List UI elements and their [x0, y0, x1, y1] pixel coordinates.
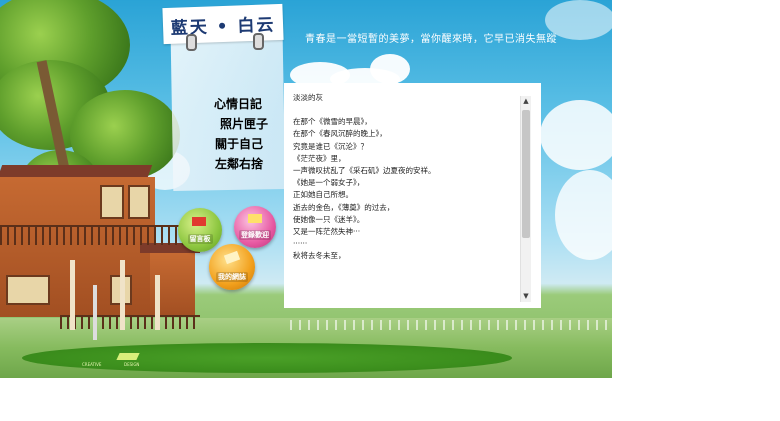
distant-fence — [290, 320, 612, 330]
lamp-post — [93, 285, 97, 340]
nav-item-photo-box[interactable]: 照片匣子 — [190, 114, 268, 134]
house-illustration — [0, 165, 200, 340]
house-roof — [0, 165, 153, 177]
article-line: 在那个《微雪的早晨》， — [293, 117, 372, 127]
article-panel: 淡淡的灰 在那个《微雪的早晨》， 在那个《春风沉醉的晚上》， 究竟是谁已《沉沦》… — [284, 83, 541, 308]
cloud — [540, 100, 612, 170]
site-title-card: 藍天 • 白云 — [162, 3, 284, 45]
article-line: 又是一阵茫然失神··· — [293, 227, 361, 237]
credit-text: DESIGN — [124, 362, 140, 367]
bubble-label: 登錄歡迎 — [239, 230, 271, 240]
house-window — [100, 185, 124, 219]
page-scene: 藍天 • 白云 青春是一當短暫的美夢，當你醒來時，它早已消失無蹤 心情日記 照片… — [0, 0, 612, 378]
cloud — [555, 170, 612, 260]
guestbook-bubble-button[interactable]: 留言板 — [178, 208, 222, 252]
porch-post — [155, 275, 160, 330]
binder-ring-icon — [253, 33, 264, 50]
bubble-label: 我的網誌 — [216, 272, 248, 282]
article-line: 究竟是谁已《沉沦》？ — [293, 141, 368, 151]
scroll-up-arrow-icon[interactable]: ▲ — [521, 96, 531, 107]
porch-rail — [60, 315, 200, 329]
porch-post — [120, 260, 125, 330]
house-window — [128, 185, 150, 219]
pencil-icon — [223, 250, 241, 265]
note-icon — [248, 214, 262, 223]
article-line: ······ — [293, 239, 308, 249]
article-line: 秋将去冬未至， — [293, 251, 346, 261]
article-line: 一声微叹扰乱了《采石矶》边夏夜的安祥。 — [293, 166, 436, 176]
article-scrollbar[interactable]: ▲ ▼ — [520, 96, 531, 302]
porch-post — [70, 260, 75, 330]
nav-item-mood-diary[interactable]: 心情日記 — [190, 94, 262, 114]
article-heading: 淡淡的灰 — [293, 93, 323, 102]
binder-ring-icon — [186, 34, 197, 51]
login-bubble-button[interactable]: 登錄歡迎 — [234, 206, 276, 248]
scroll-down-arrow-icon[interactable]: ▼ — [521, 291, 531, 302]
balcony-rail — [0, 225, 195, 245]
main-nav: 心情日記 照片匣子 關于自己 左鄰右捨 — [190, 94, 268, 174]
article-line: 在那个《春风沉醉的晚上》， — [293, 129, 387, 139]
nav-item-about-me[interactable]: 關于自己 — [190, 134, 263, 154]
design-credit-logo: CREATIVE DESIGN — [82, 353, 142, 367]
site-slogan: 青春是一當短暫的美夢，當你醒來時，它早已消失無蹤 — [305, 34, 557, 45]
nav-item-neighbors[interactable]: 左鄰右捨 — [190, 154, 263, 174]
flag-icon — [192, 217, 206, 226]
house-window — [6, 275, 50, 305]
credit-logo-mark — [116, 353, 140, 360]
scrollbar-thumb[interactable] — [522, 110, 530, 238]
cloud — [370, 54, 410, 84]
blog-bubble-button[interactable]: 我的網誌 — [209, 244, 255, 290]
article-line: 《她是一个弱女子》， — [293, 178, 365, 188]
bubble-label: 留言板 — [187, 234, 213, 244]
article-line: 正如她自己所想。 — [293, 190, 353, 200]
article-line: 《茫茫夜》里， — [293, 153, 346, 163]
article-text-area[interactable]: 淡淡的灰 在那个《微雪的早晨》， 在那个《春风沉醉的晚上》， 究竟是谁已《沉沦》… — [293, 92, 515, 307]
article-line: 逝去的金色，《薄奠》的过去， — [293, 202, 395, 212]
credit-text: CREATIVE — [82, 362, 102, 367]
article-line: 使她像一只《迷羊》。 — [293, 214, 365, 224]
